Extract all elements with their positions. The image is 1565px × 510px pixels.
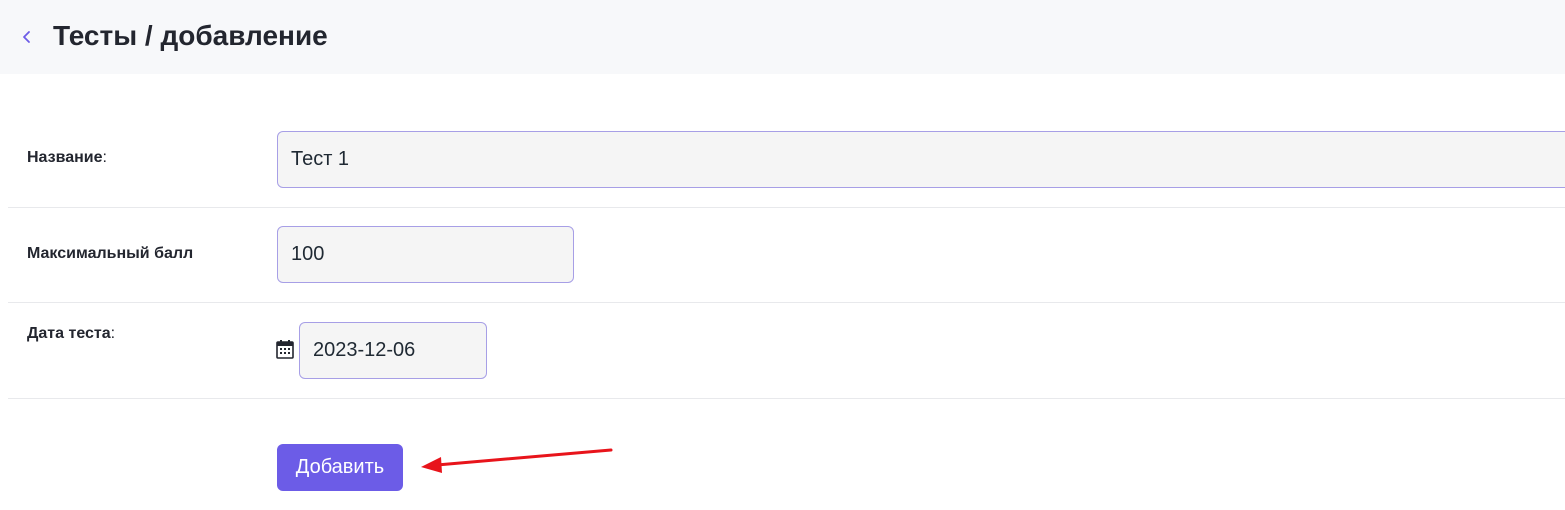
chevron-left-icon[interactable] xyxy=(18,26,36,48)
name-label: Название: xyxy=(27,149,107,166)
test-date-input[interactable] xyxy=(299,322,487,379)
add-button[interactable]: Добавить xyxy=(277,444,403,491)
max-score-input[interactable] xyxy=(277,226,574,283)
page-header: Тесты / добавление xyxy=(0,0,1565,74)
page-title: Тесты / добавление xyxy=(53,20,328,51)
calendar-icon[interactable] xyxy=(276,340,294,359)
test-date-label: Дата теста: xyxy=(27,325,116,342)
form-row-max-score: Максимальный балл xyxy=(8,208,1565,303)
form-row-test-date: Дата теста: xyxy=(8,303,1565,399)
max-score-label: Максимальный балл xyxy=(27,245,194,262)
annotation-arrow-icon xyxy=(421,448,613,473)
name-input[interactable] xyxy=(277,131,1565,188)
